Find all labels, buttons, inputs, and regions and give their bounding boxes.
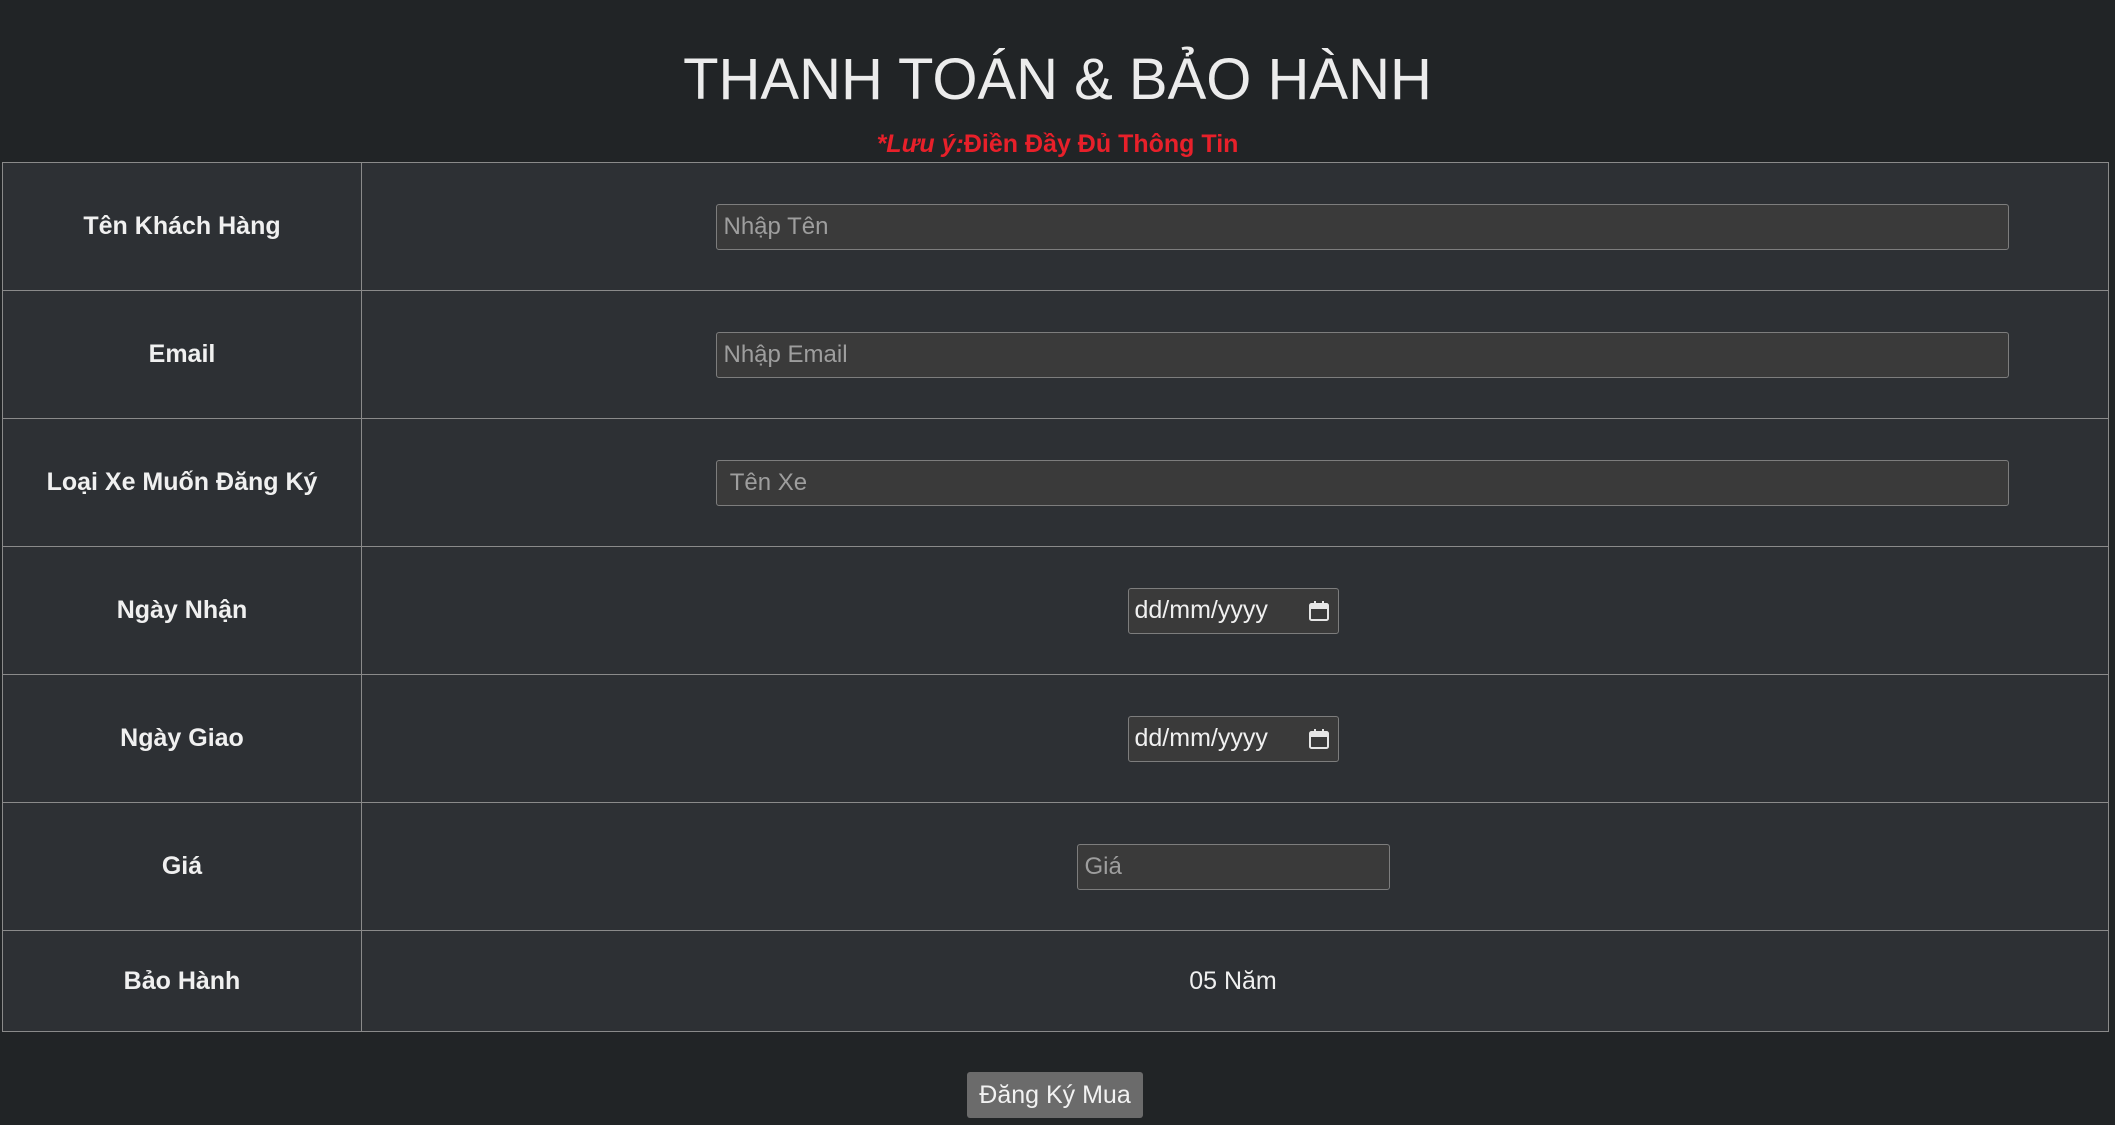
row-vehicle: Loại Xe Muốn Đăng Ký	[2, 418, 2109, 547]
delivery-date-text: dd/mm/yyyy	[1134, 724, 1268, 752]
price-input[interactable]	[1076, 843, 1390, 890]
receive-date-input[interactable]: dd/mm/yyyy	[1127, 587, 1339, 634]
email-label: Email	[2, 290, 362, 419]
row-receive-date: Ngày Nhận dd/mm/yyyy	[2, 546, 2109, 675]
row-warranty: Bảo Hành 05 Năm	[2, 930, 2109, 1032]
order-form-table: Tên Khách Hàng Email Loại Xe Muốn Đăng K…	[2, 162, 2109, 1032]
row-email: Email	[2, 290, 2109, 419]
receive-date-text: dd/mm/yyyy	[1134, 596, 1268, 624]
row-customer-name: Tên Khách Hàng	[2, 162, 2109, 291]
customer-name-label: Tên Khách Hàng	[2, 162, 362, 291]
price-cell	[361, 802, 2109, 931]
vehicle-cell	[361, 418, 2109, 547]
receive-date-cell: dd/mm/yyyy	[361, 546, 2109, 675]
vehicle-label: Loại Xe Muốn Đăng Ký	[2, 418, 362, 547]
page-title: THANH TOÁN & BẢO HÀNH	[683, 47, 1432, 112]
notice-prefix: *Lưu ý:	[876, 130, 964, 158]
warranty-cell: 05 Năm	[361, 930, 2109, 1032]
delivery-date-cell: dd/mm/yyyy	[361, 674, 2109, 803]
row-delivery-date: Ngày Giao dd/mm/yyyy	[2, 674, 2109, 803]
vehicle-input[interactable]	[715, 459, 2009, 506]
delivery-date-input[interactable]: dd/mm/yyyy	[1127, 715, 1339, 762]
customer-name-cell	[361, 162, 2109, 291]
submit-button[interactable]: Đăng Ký Mua	[967, 1072, 1143, 1118]
required-notice: *Lưu ý:Điền Đầy Đủ Thông Tin	[0, 128, 2115, 160]
price-label: Giá	[2, 802, 362, 931]
notice-text: Điền Đầy Đủ Thông Tin	[963, 130, 1239, 158]
warranty-label: Bảo Hành	[2, 930, 362, 1032]
customer-name-input[interactable]	[715, 203, 2009, 250]
row-price: Giá	[2, 802, 2109, 931]
calendar-icon[interactable]	[1308, 600, 1330, 622]
receive-date-label: Ngày Nhận	[2, 546, 362, 675]
delivery-date-label: Ngày Giao	[2, 674, 362, 803]
calendar-icon[interactable]	[1308, 728, 1330, 750]
warranty-value: 05 Năm	[1189, 966, 1277, 995]
email-cell	[361, 290, 2109, 419]
email-input[interactable]	[715, 331, 2009, 378]
